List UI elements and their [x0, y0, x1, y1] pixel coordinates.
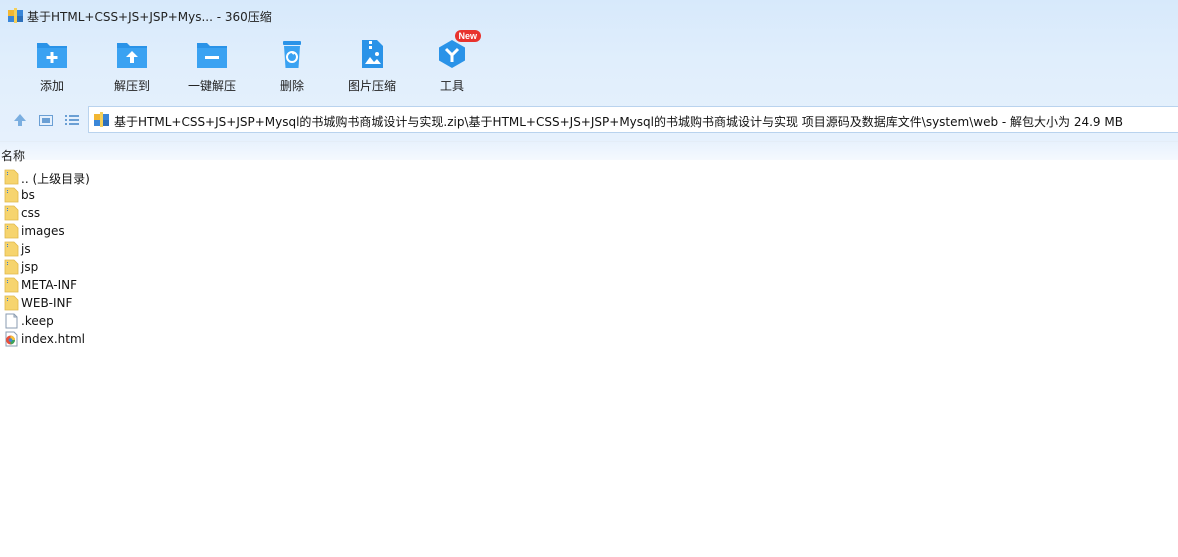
- image-compress-button[interactable]: 图片压缩: [340, 36, 404, 96]
- title-bar: 基于HTML+CSS+JS+JSP+Mys... - 360压缩: [0, 0, 1178, 32]
- list-item-name: js: [21, 242, 31, 256]
- extract-to-label: 解压到: [113, 79, 150, 93]
- navigation-bar: 基于HTML+CSS+JS+JSP+Mysql的书城购书商城设计与实现.zip\…: [0, 104, 1178, 136]
- list-item-name: .. (上级目录): [21, 172, 90, 186]
- tools-icon: [439, 40, 465, 68]
- delete-button[interactable]: 删除: [260, 36, 324, 96]
- toolbar: 添加 解压到 一键解压 删除 图片压缩 New 工具: [0, 30, 1178, 96]
- thumbnail-view-icon[interactable]: [38, 112, 54, 128]
- path-bar[interactable]: 基于HTML+CSS+JS+JSP+Mysql的书城购书商城设计与实现.zip\…: [88, 106, 1178, 133]
- app-icon: [8, 8, 23, 23]
- add-label: 添加: [39, 79, 64, 93]
- list-item-name: jsp: [21, 260, 39, 274]
- list-item-name: index.html: [21, 332, 85, 346]
- list-item-name: images: [21, 224, 65, 238]
- image-compress-icon: [362, 40, 383, 68]
- list-item[interactable]: css: [0, 204, 1178, 222]
- file-list: .. (上级目录) bs css images js jsp META-INF WEB-INF…: [0, 168, 1178, 348]
- list-item-name: META-INF: [21, 278, 78, 292]
- folder-icon: [4, 277, 19, 293]
- list-item-name: bs: [21, 188, 35, 202]
- folder-icon: [4, 223, 19, 239]
- folder-icon: [4, 169, 19, 185]
- list-view-icon[interactable]: [64, 112, 80, 128]
- one-click-extract-icon: [197, 43, 227, 68]
- tools-button[interactable]: New 工具: [420, 30, 484, 96]
- folder-icon: [4, 259, 19, 275]
- new-badge: New: [454, 30, 482, 42]
- file-icon: [5, 313, 18, 329]
- folder-icon: [4, 241, 19, 257]
- path-text: 基于HTML+CSS+JS+JSP+Mysql的书城购书商城设计与实现.zip\…: [114, 115, 1123, 129]
- list-item[interactable]: bs: [0, 186, 1178, 204]
- archive-icon: [94, 112, 109, 127]
- list-item-name: WEB-INF: [21, 296, 73, 310]
- up-arrow-icon[interactable]: [12, 112, 28, 128]
- list-item[interactable]: jsp: [0, 258, 1178, 276]
- list-item[interactable]: index.html: [0, 330, 1178, 348]
- list-item[interactable]: WEB-INF: [0, 294, 1178, 312]
- folder-icon: [4, 295, 19, 311]
- list-item[interactable]: .. (上级目录): [0, 168, 1178, 186]
- html-file-icon: [5, 331, 18, 347]
- trash-icon: [283, 41, 301, 68]
- window-title: 基于HTML+CSS+JS+JSP+Mys... - 360压缩: [27, 10, 272, 24]
- one-click-extract-label: 一键解压: [187, 79, 236, 93]
- add-folder-icon: [37, 43, 67, 68]
- delete-label: 删除: [279, 79, 304, 93]
- folder-icon: [4, 187, 19, 203]
- column-header-name[interactable]: 名称: [1, 147, 25, 164]
- list-item-name: css: [21, 206, 41, 220]
- extract-to-button[interactable]: 解压到: [100, 36, 164, 96]
- tools-label: 工具: [439, 79, 464, 93]
- header-divider: [0, 141, 1178, 142]
- image-compress-label: 图片压缩: [347, 79, 396, 93]
- list-item[interactable]: .keep: [0, 312, 1178, 330]
- extract-to-icon: [117, 43, 147, 68]
- window-chrome: 基于HTML+CSS+JS+JSP+Mys... - 360压缩 添加 解压到: [0, 0, 1178, 160]
- list-item[interactable]: js: [0, 240, 1178, 258]
- list-item-name: .keep: [21, 314, 54, 328]
- folder-icon: [4, 205, 19, 221]
- one-click-extract-button[interactable]: 一键解压: [180, 36, 244, 96]
- list-item[interactable]: images: [0, 222, 1178, 240]
- add-button[interactable]: 添加: [20, 36, 84, 96]
- list-item[interactable]: META-INF: [0, 276, 1178, 294]
